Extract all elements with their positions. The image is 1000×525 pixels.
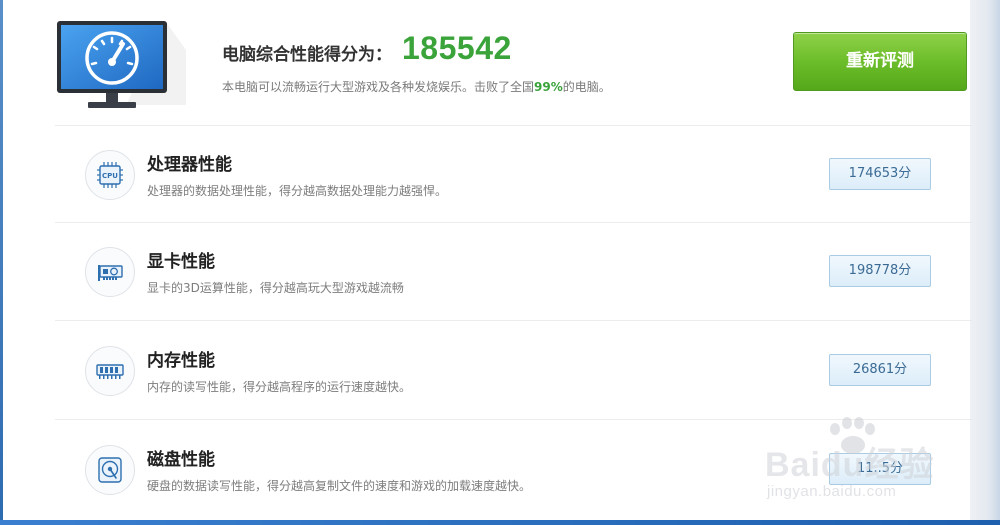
item-description: 显卡的3D运算性能，得分越高玩大型游戏越流畅 <box>147 281 404 295</box>
disk-icon <box>85 445 135 495</box>
graphics-card-icon <box>85 247 135 297</box>
memory-icon <box>85 346 135 396</box>
item-score-badge: 26861分 <box>829 354 931 386</box>
baidu-jingyan-watermark: Baidu经验 jingyan.baidu.com <box>765 415 965 505</box>
watermark-brand: Baidu经验 <box>765 446 935 484</box>
score-desc-suffix: 的电脑。 <box>562 80 611 94</box>
score-description: 本电脑可以流畅运行大型游戏及各种发烧娱乐。击败了全国99%的电脑。 <box>222 78 611 95</box>
watermark-url: jingyan.baidu.com <box>767 483 897 500</box>
score-title: 电脑综合性能得分为： <box>222 45 392 65</box>
list-item-cpu: CPU 处理器性能 处理器的数据处理性能，得分越高数据处理能力越强悍。 1746… <box>55 124 973 222</box>
item-description: 处理器的数据处理性能，得分越高数据处理能力越强悍。 <box>147 184 448 198</box>
window-border-right <box>970 0 1000 525</box>
monitor-speedometer-icon <box>56 20 186 120</box>
item-title: 处理器性能 <box>147 155 232 175</box>
item-score-badge: 198778分 <box>829 255 931 287</box>
window-border-left <box>0 0 3 525</box>
item-description: 硬盘的数据读写性能，得分越高复制文件的速度和游戏的加载速度越快。 <box>147 479 532 493</box>
score-desc-prefix: 本电脑可以流畅运行大型游戏及各种发烧娱乐。击败了全国 <box>222 80 535 94</box>
item-score-badge: 174653分 <box>829 158 931 190</box>
retest-button[interactable]: 重新评测 <box>793 32 967 91</box>
item-title: 磁盘性能 <box>147 450 215 470</box>
window-border-bottom <box>0 520 1000 525</box>
item-description: 内存的读写性能，得分越高程序的运行速度越快。 <box>147 380 412 394</box>
beat-percentage: 99% <box>534 80 563 94</box>
cpu-icon: CPU <box>85 150 135 200</box>
cpu-chip-label: CPU <box>102 172 118 180</box>
total-score: 185542 <box>402 30 512 66</box>
item-title: 内存性能 <box>147 351 215 371</box>
list-item-graphics: 显卡性能 显卡的3D运算性能，得分越高玩大型游戏越流畅 198778分 <box>55 221 973 319</box>
list-item-memory: 内存性能 内存的读写性能，得分越高程序的运行速度越快。 26861分 <box>55 320 973 418</box>
item-title: 显卡性能 <box>147 252 215 272</box>
